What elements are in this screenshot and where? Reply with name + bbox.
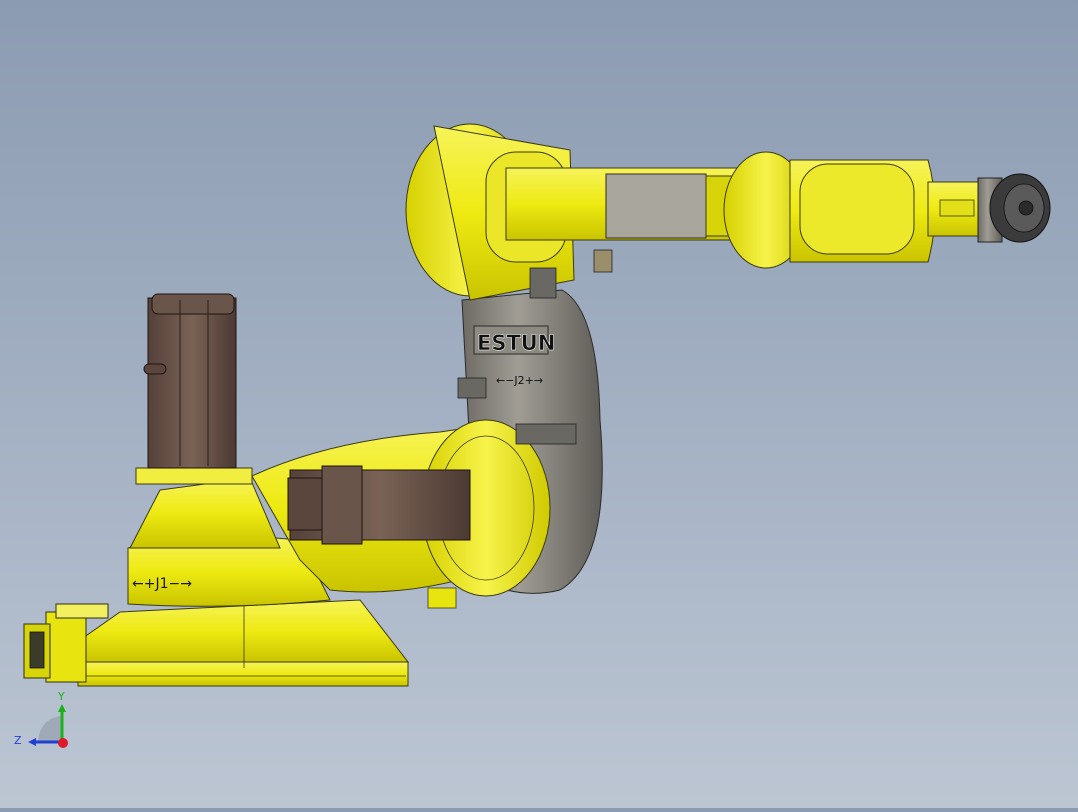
joint2-label: ←−J2+→ <box>496 374 543 387</box>
robot-base <box>23 599 410 687</box>
z-axis-arrow <box>28 738 36 746</box>
lower-arm: ESTUN ←−J2+→ <box>251 289 603 609</box>
tool-flange <box>977 173 1051 243</box>
cad-viewport[interactable]: ←+J1−→ ESTUN ←−J2+→ Y Z <box>0 0 1078 808</box>
x-axis-dot <box>58 738 68 748</box>
brand-logo: ESTUN <box>477 331 555 355</box>
y-axis-label: Y <box>57 690 65 703</box>
wrist-assembly <box>723 151 979 269</box>
y-axis-arrow <box>58 704 66 712</box>
joint1-label: ←+J1−→ <box>132 576 192 592</box>
axis-triad[interactable]: Y Z <box>14 690 68 748</box>
forearm <box>505 167 747 241</box>
robot-model-canvas: ←+J1−→ ESTUN ←−J2+→ Y Z <box>14 123 1051 748</box>
j1-servo-motor <box>143 293 237 469</box>
z-axis-label: Z <box>14 734 22 747</box>
